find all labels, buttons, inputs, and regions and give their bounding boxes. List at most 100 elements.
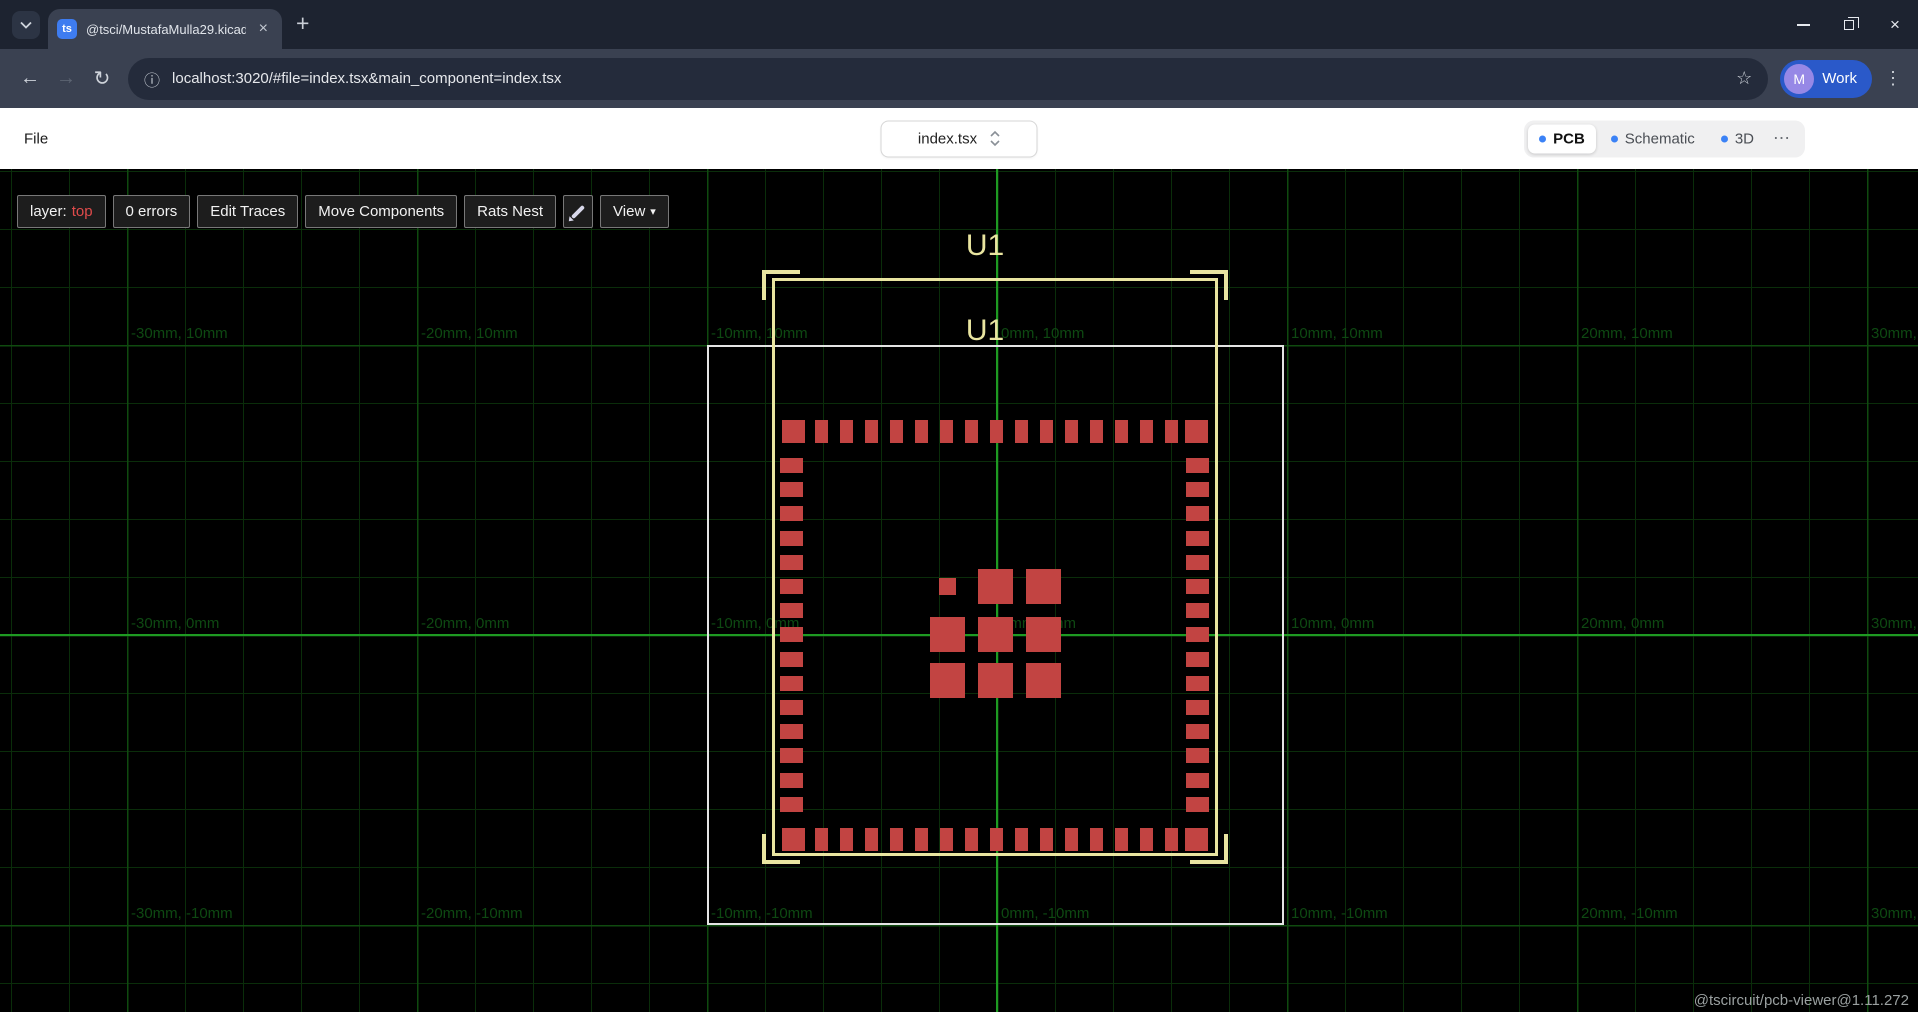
smt-pad[interactable] (978, 569, 1013, 604)
smt-pad[interactable] (1026, 569, 1061, 604)
smt-pad[interactable] (1140, 420, 1153, 443)
smt-pad[interactable] (1040, 828, 1053, 851)
smt-pad[interactable] (1026, 663, 1061, 698)
edit-silkscreen-button[interactable] (563, 195, 593, 228)
more-options-button[interactable]: ⋯ (1769, 129, 1801, 149)
smt-pad[interactable] (780, 531, 803, 546)
smt-pad[interactable] (990, 828, 1003, 851)
smt-pad[interactable] (1165, 420, 1178, 443)
smt-pad[interactable] (1186, 627, 1209, 642)
profile-chip[interactable]: M Work (1780, 60, 1872, 98)
smt-pad[interactable] (780, 724, 803, 739)
smt-pad[interactable] (1026, 617, 1061, 652)
toolbar-button-0-errors[interactable]: 0 errors (113, 195, 191, 228)
smt-pad[interactable] (780, 506, 803, 521)
url-bar[interactable]: ⓘ localhost:3020/#file=index.tsx&main_co… (128, 58, 1768, 100)
file-menu[interactable]: File (24, 130, 48, 147)
smt-pad[interactable] (1065, 828, 1078, 851)
smt-pad[interactable] (1065, 420, 1078, 443)
smt-pad[interactable] (1186, 482, 1209, 497)
browser-menu-icon[interactable]: ⋮ (1880, 68, 1906, 89)
toolbar-button-edit-traces[interactable]: Edit Traces (197, 195, 298, 228)
smt-pad[interactable] (780, 652, 803, 667)
window-minimize-button[interactable] (1780, 0, 1826, 49)
new-tab-button[interactable]: + (296, 12, 309, 35)
smt-pad[interactable] (840, 420, 853, 443)
window-restore-button[interactable] (1826, 0, 1872, 49)
smt-pad[interactable] (1185, 420, 1208, 443)
site-info-icon[interactable]: ⓘ (144, 67, 160, 91)
smt-pad[interactable] (780, 627, 803, 642)
smt-pad[interactable] (1186, 555, 1209, 570)
layer-button[interactable]: layer: top (17, 195, 106, 228)
smt-pad[interactable] (1186, 676, 1209, 691)
smt-pad[interactable] (782, 420, 805, 443)
forward-button[interactable]: → (48, 61, 84, 97)
smt-pad[interactable] (780, 676, 803, 691)
smt-pad[interactable] (1186, 773, 1209, 788)
smt-pad[interactable] (1186, 458, 1209, 473)
smt-pad[interactable] (939, 578, 956, 595)
smt-pad[interactable] (865, 420, 878, 443)
reload-button[interactable]: ↻ (84, 61, 120, 97)
smt-pad[interactable] (815, 420, 828, 443)
smt-pad[interactable] (840, 828, 853, 851)
smt-pad[interactable] (1186, 748, 1209, 763)
smt-pad[interactable] (978, 663, 1013, 698)
bookmark-star-icon[interactable]: ☆ (1736, 68, 1752, 89)
smt-pad[interactable] (1185, 828, 1208, 851)
smt-pad[interactable] (780, 579, 803, 594)
view-menu-button[interactable]: View ▾ (600, 195, 669, 228)
smt-pad[interactable] (1090, 828, 1103, 851)
view-tab-pcb[interactable]: PCB (1528, 124, 1596, 153)
smt-pad[interactable] (1186, 700, 1209, 715)
smt-pad[interactable] (940, 828, 953, 851)
pcb-canvas[interactable]: -30mm, 10mm-20mm, 10mm-10mm, 10mm0mm, 10… (0, 169, 1918, 1012)
window-close-button[interactable]: × (1872, 0, 1918, 49)
smt-pad[interactable] (1186, 603, 1209, 618)
smt-pad[interactable] (978, 617, 1013, 652)
smt-pad[interactable] (1140, 828, 1153, 851)
smt-pad[interactable] (1115, 828, 1128, 851)
smt-pad[interactable] (915, 420, 928, 443)
smt-pad[interactable] (1186, 531, 1209, 546)
smt-pad[interactable] (865, 828, 878, 851)
smt-pad[interactable] (1186, 724, 1209, 739)
tab-close-icon[interactable]: × (255, 19, 272, 39)
tab-search-button[interactable] (12, 11, 40, 39)
back-button[interactable]: ← (12, 61, 48, 97)
smt-pad[interactable] (780, 700, 803, 715)
smt-pad[interactable] (890, 828, 903, 851)
smt-pad[interactable] (940, 420, 953, 443)
smt-pad[interactable] (965, 828, 978, 851)
smt-pad[interactable] (965, 420, 978, 443)
smt-pad[interactable] (1040, 420, 1053, 443)
smt-pad[interactable] (780, 773, 803, 788)
browser-tab[interactable]: ts @tsci/MustafaMulla29.kicad-lib × (48, 9, 282, 49)
smt-pad[interactable] (780, 797, 803, 812)
smt-pad[interactable] (890, 420, 903, 443)
smt-pad[interactable] (780, 748, 803, 763)
smt-pad[interactable] (1186, 797, 1209, 812)
smt-pad[interactable] (915, 828, 928, 851)
smt-pad[interactable] (780, 482, 803, 497)
smt-pad[interactable] (990, 420, 1003, 443)
smt-pad[interactable] (815, 828, 828, 851)
smt-pad[interactable] (1186, 652, 1209, 667)
smt-pad[interactable] (1186, 579, 1209, 594)
smt-pad[interactable] (780, 458, 803, 473)
smt-pad[interactable] (782, 828, 805, 851)
smt-pad[interactable] (930, 663, 965, 698)
smt-pad[interactable] (1015, 420, 1028, 443)
smt-pad[interactable] (1115, 420, 1128, 443)
smt-pad[interactable] (780, 555, 803, 570)
smt-pad[interactable] (1090, 420, 1103, 443)
file-selector[interactable]: index.tsx (881, 120, 1038, 157)
smt-pad[interactable] (1186, 506, 1209, 521)
smt-pad[interactable] (1015, 828, 1028, 851)
smt-pad[interactable] (780, 603, 803, 618)
smt-pad[interactable] (930, 617, 965, 652)
toolbar-button-rats-nest[interactable]: Rats Nest (464, 195, 556, 228)
toolbar-button-move-components[interactable]: Move Components (305, 195, 457, 228)
view-tab-3d[interactable]: 3D (1710, 124, 1765, 153)
